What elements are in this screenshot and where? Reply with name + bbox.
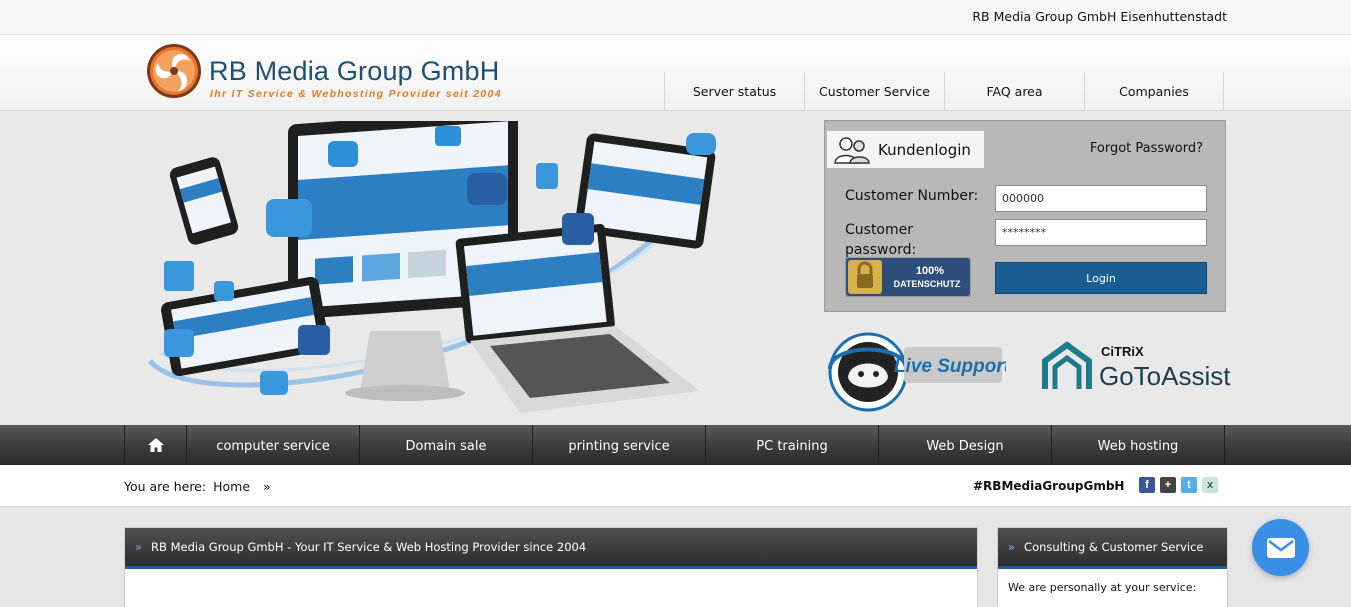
breadcrumb: You are here: Home » [124, 479, 271, 494]
gotoassist-logo[interactable]: CiTRiX GoToAssist [1041, 339, 1231, 395]
side-panel-text: We are personally at your service: [1008, 581, 1197, 594]
home-button[interactable] [124, 425, 187, 465]
contact-chat-button[interactable] [1252, 519, 1309, 576]
side-panel-header: » Consulting & Customer Service [998, 528, 1227, 569]
nav-computer-service[interactable]: computer service [187, 425, 360, 465]
main-nav-bar: computer service Domain sale printing se… [0, 425, 1351, 465]
breadcrumb-bar: You are here: Home » #RBMediaGroupGmbH f… [0, 465, 1351, 507]
main-panel-title: RB Media Group GmbH - Your IT Service & … [151, 540, 587, 554]
login-button[interactable]: Login [995, 262, 1207, 294]
hero-section: Kundenlogin Forgot Password? Customer Nu… [0, 111, 1351, 425]
nav-web-hosting[interactable]: Web hosting [1052, 425, 1225, 465]
chevron-right-icon: » [135, 540, 143, 554]
xing-icon[interactable]: x [1202, 477, 1218, 493]
login-tab: Kundenlogin [827, 131, 984, 168]
envelope-icon [1266, 537, 1295, 558]
devices-illustration [148, 121, 716, 413]
gotoassist-label: GoToAssist [1099, 361, 1231, 391]
social-links: f + t x [1139, 477, 1218, 493]
nav-pc-training[interactable]: PC training [706, 425, 879, 465]
top-nav-faq-area[interactable]: FAQ area [944, 72, 1084, 111]
company-logo[interactable]: RB Media Group GmbH Ihr IT Service & Web… [146, 43, 526, 103]
users-icon [834, 136, 870, 164]
google-plus-icon[interactable]: + [1160, 477, 1176, 493]
top-strip: RB Media Group GmbH Eisenhuttenstadt [0, 0, 1351, 35]
customer-number-label: Customer Number: [845, 188, 979, 204]
nav-printing-service[interactable]: printing service [533, 425, 706, 465]
breadcrumb-prefix: You are here: [124, 479, 207, 494]
side-panel-consulting: » Consulting & Customer Service We are p… [997, 527, 1228, 607]
breadcrumb-home-link[interactable]: Home [213, 479, 250, 494]
live-support-label: Live Support [894, 356, 1006, 377]
top-nav-customer-service[interactable]: Customer Service [804, 72, 944, 111]
login-tab-label: Kundenlogin [878, 140, 971, 159]
home-icon [147, 438, 164, 452]
main-content-panel: » RB Media Group GmbH - Your IT Service … [124, 527, 978, 607]
live-support-badge[interactable]: Live Support [826, 329, 1006, 415]
privacy-seal-icon: 100% DATENSCHUTZ [845, 257, 971, 297]
nav-web-design[interactable]: Web Design [879, 425, 1052, 465]
forgot-password-link[interactable]: Forgot Password? [1090, 141, 1203, 156]
customer-password-label: Customer password: [845, 222, 917, 258]
breadcrumb-separator: » [263, 479, 271, 494]
company-tagline: Ihr IT Service & Webhosting Provider sei… [210, 88, 502, 100]
hashtag-label: #RBMediaGroupGmbH [973, 479, 1125, 493]
company-name: RB Media Group GmbH [209, 56, 500, 86]
facebook-icon[interactable]: f [1139, 477, 1155, 493]
seal-label: DATENSCHUTZ [894, 279, 961, 289]
site-header: RB Media Group GmbH Ihr IT Service & Web… [0, 35, 1351, 111]
chevron-right-icon: » [1008, 540, 1016, 554]
seal-percent: 100% [916, 265, 944, 277]
twitter-icon[interactable]: t [1181, 477, 1197, 493]
top-nav: Server status Customer Service FAQ area … [664, 72, 1224, 111]
nav-domain-sale[interactable]: Domain sale [360, 425, 533, 465]
top-nav-server-status[interactable]: Server status [664, 72, 804, 111]
side-panel-title: Consulting & Customer Service [1024, 540, 1204, 554]
customer-login-box: Kundenlogin Forgot Password? Customer Nu… [824, 120, 1226, 312]
company-location: RB Media Group GmbH Eisenhuttenstadt [972, 9, 1227, 24]
main-panel-header: » RB Media Group GmbH - Your IT Service … [125, 528, 977, 569]
citrix-label: CiTRiX [1101, 344, 1144, 359]
logo-mark-icon [147, 44, 201, 98]
customer-number-input[interactable] [995, 185, 1207, 212]
customer-password-input[interactable] [995, 219, 1207, 246]
top-nav-companies[interactable]: Companies [1084, 72, 1224, 111]
